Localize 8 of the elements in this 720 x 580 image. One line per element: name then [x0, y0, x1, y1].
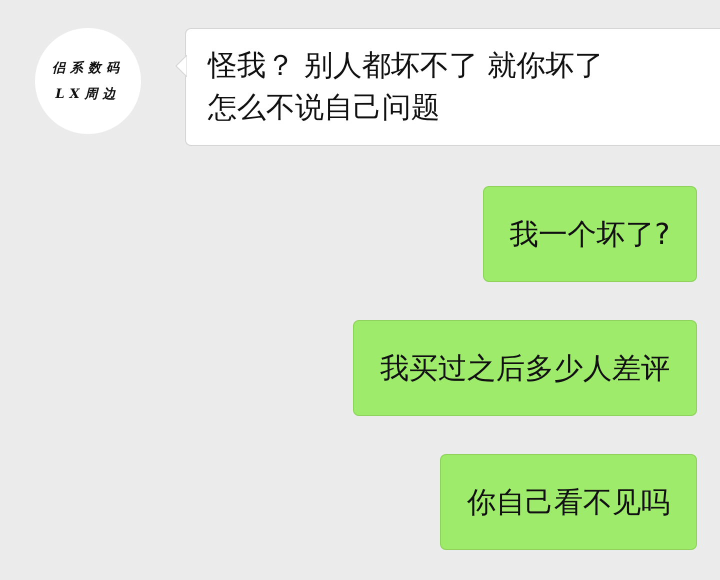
message-text: 我买过之后多少人差评 — [380, 350, 670, 386]
message-text: 怪我？ 别人都坏不了 就你坏了 — [208, 47, 604, 83]
message-text: 怎么不说自己问题 — [208, 89, 441, 125]
message-text: 我一个坏了? — [510, 216, 670, 252]
avatar[interactable]: 侣系数码 LX周边 — [35, 28, 141, 134]
avatar-text: LX周边 — [55, 86, 121, 103]
message-text: 你自己看不见吗 — [467, 484, 670, 520]
avatar-text: 侣系数码 — [52, 60, 124, 77]
